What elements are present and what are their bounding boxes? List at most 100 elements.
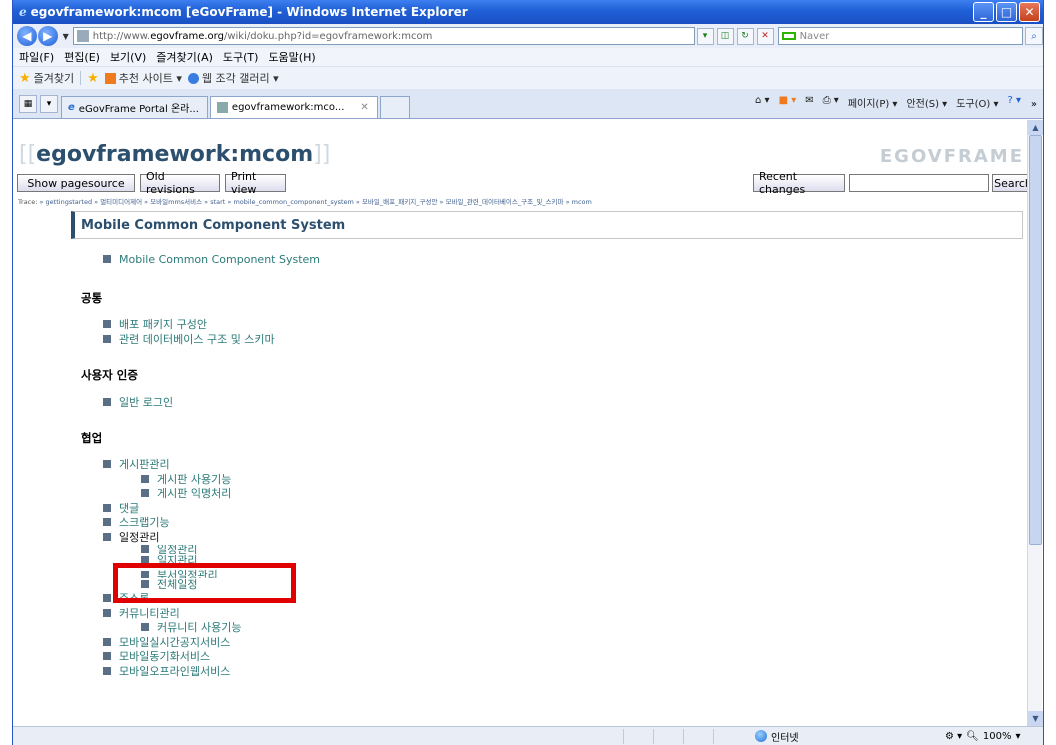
maximize-button[interactable]: □ xyxy=(996,2,1017,22)
recent-changes-button[interactable]: Recent changes xyxy=(753,170,845,196)
community-usage-link[interactable]: 커뮤니티 사용기능 xyxy=(157,621,241,634)
page-content: [[egovframework:mcom]] EGOVFRAME Show pa… xyxy=(15,120,1028,726)
bullet-icon xyxy=(141,474,149,483)
sync-service-link[interactable]: 모바일동기화서비스 xyxy=(119,650,210,663)
protected-mode-icon[interactable]: ⚙ ▾ xyxy=(945,731,962,742)
search-input[interactable]: Naver xyxy=(777,27,1024,45)
favorites-button[interactable]: ★ 즐겨찾기 xyxy=(19,70,74,86)
new-tab-button[interactable] xyxy=(379,96,410,118)
stop-icon[interactable]: ✕ xyxy=(756,27,774,45)
scroll-down-icon[interactable]: ▼ xyxy=(1028,711,1043,726)
menu-file[interactable]: 파일(F) xyxy=(19,49,54,65)
list-item: Mobile Common Component System xyxy=(103,253,320,268)
bullet-icon xyxy=(103,594,111,602)
bullet-icon xyxy=(103,398,111,406)
list-item: 게시판 사용기능 xyxy=(103,473,241,488)
scroll-up-icon[interactable]: ▲ xyxy=(1028,120,1043,135)
tools-menu[interactable]: 도구(O) ▾ xyxy=(956,95,998,110)
schedule-mgmt-link[interactable]: 일정관리 xyxy=(157,545,197,554)
board-anon-link[interactable]: 게시판 익명처리 xyxy=(157,487,231,500)
status-divider xyxy=(623,728,624,744)
show-pagesource-button[interactable]: Show pagesource xyxy=(17,174,135,192)
tab-label: egovframework:mco... xyxy=(231,102,345,113)
feeds-icon[interactable]: ■ ▾ xyxy=(779,95,797,110)
community-link[interactable]: 커뮤니티관리 xyxy=(119,607,180,620)
bullet-icon xyxy=(103,518,111,526)
more-chevron-icon[interactable]: » xyxy=(1031,99,1037,110)
divider xyxy=(80,71,82,85)
wiki-search-input[interactable] xyxy=(849,174,989,192)
print-icon[interactable]: ⎙ ▾ xyxy=(823,95,839,110)
naver-icon xyxy=(781,32,796,40)
page-menu[interactable]: 페이지(P) ▾ xyxy=(848,95,898,110)
help-icon[interactable]: ? ▾ xyxy=(1007,95,1021,110)
page-icon xyxy=(216,102,228,113)
page-icon xyxy=(76,30,89,42)
db-structure-link[interactable]: 관련 데이터베이스 구조 및 스키마 xyxy=(119,333,275,346)
scroll-thumb[interactable] xyxy=(1029,135,1042,545)
print-view-button[interactable]: Print view xyxy=(225,170,286,196)
safety-menu[interactable]: 안전(S) ▾ xyxy=(906,95,947,110)
security-zone[interactable]: 인터넷 xyxy=(755,729,799,744)
menu-edit[interactable]: 편집(E) xyxy=(64,49,100,65)
deploy-package-link[interactable]: 배포 패키지 구성안 xyxy=(119,318,207,331)
offline-web-link[interactable]: 모바일오프라인웹서비스 xyxy=(119,665,230,678)
list-item: 댓글 xyxy=(103,502,241,517)
realtime-notice-link[interactable]: 모바일실시간공지서비스 xyxy=(119,636,230,649)
bullet-icon xyxy=(103,637,111,646)
url-rest: /wiki/doku.php?id=egovframework:mcom xyxy=(223,30,433,42)
menu-view[interactable]: 보기(V) xyxy=(110,49,146,65)
mail-icon[interactable]: ✉ xyxy=(805,95,813,110)
refresh-icon[interactable]: ↻ xyxy=(736,27,754,45)
menu-favorites[interactable]: 즐겨찾기(A) xyxy=(156,49,213,65)
common-list: 배포 패키지 구성안 관련 데이터베이스 구조 및 스키마 xyxy=(103,318,275,347)
board-link[interactable]: 게시판관리 xyxy=(119,458,170,471)
close-button[interactable]: ✕ xyxy=(1019,2,1040,22)
comment-link[interactable]: 댓글 xyxy=(119,502,139,515)
suggested-sites-link[interactable]: 추천 사이트 ▾ xyxy=(104,70,182,86)
bullet-icon xyxy=(141,623,149,631)
scrap-link[interactable]: 스크랩기능 xyxy=(119,516,170,529)
brand-logo[interactable]: EGOVFRAME xyxy=(880,146,1024,167)
tab-list-icon[interactable]: ▾ xyxy=(40,95,58,113)
list-item: 관련 데이터베이스 구조 및 스키마 xyxy=(103,333,275,348)
home-icon[interactable]: ⌂ ▾ xyxy=(755,95,770,110)
address-bar: ◀ ▶ ▼ http://www. egovframe.org/wiki/doku… xyxy=(13,24,1043,48)
intro-link[interactable]: Mobile Common Component System xyxy=(119,253,320,266)
url-input[interactable]: http://www. egovframe.org/wiki/doku.php?i… xyxy=(72,27,695,45)
close-tab-icon[interactable]: ✕ xyxy=(360,102,368,113)
quick-tabs-icon[interactable]: ▦ xyxy=(19,95,37,113)
forward-button[interactable]: ▶ xyxy=(37,26,58,46)
board-usage-link[interactable]: 게시판 사용기능 xyxy=(157,473,231,486)
search-go-icon[interactable]: ⌕ xyxy=(1025,27,1043,45)
tab-egov-mcom[interactable]: egovframework:mco... ✕ xyxy=(209,96,378,118)
old-revisions-button[interactable]: Old revisions xyxy=(140,170,220,196)
general-login-link[interactable]: 일반 로그인 xyxy=(119,396,173,409)
trace-links[interactable]: » gettingstarted » 멀티미디어제어 » 모바일mms서비스 »… xyxy=(40,198,592,206)
bullet-icon xyxy=(103,666,111,675)
menu-tools[interactable]: 도구(T) xyxy=(223,49,259,65)
tab-bar: ▦ ▾ e eGovFrame Portal 온라... egovframewo… xyxy=(13,89,1043,119)
list-item: 일정관리 xyxy=(103,531,241,546)
web-slice-gallery-link[interactable]: 웹 조각 갤러리 ▾ xyxy=(187,70,279,86)
list-item: 스크랩기능 xyxy=(103,516,241,531)
add-favorite-icon[interactable]: ★ xyxy=(87,71,99,86)
recent-pages-dropdown-icon[interactable]: ▼ xyxy=(63,32,69,41)
zoom-level: 100% xyxy=(982,730,1012,742)
minimize-button[interactable]: _ xyxy=(973,2,994,22)
web-slice-icon xyxy=(187,72,199,84)
vertical-scrollbar[interactable]: ▲ ▼ xyxy=(1027,120,1043,726)
compatibility-view-icon[interactable]: ◫ xyxy=(716,27,734,45)
tab-label: eGovFrame Portal 온라... xyxy=(78,104,199,115)
page-title[interactable]: [[egovframework:mcom]] xyxy=(19,142,330,167)
bracket-close: ]] xyxy=(313,142,331,167)
search-button[interactable]: Search xyxy=(992,174,1028,192)
star-icon: ★ xyxy=(19,70,31,86)
back-button[interactable]: ◀ xyxy=(17,26,37,46)
url-dropdown-icon[interactable]: ▾ xyxy=(696,27,714,45)
tab-egov-portal[interactable]: e eGovFrame Portal 온라... xyxy=(61,96,208,118)
heading-collab: 협업 xyxy=(81,431,103,445)
zoom-dropdown-icon[interactable]: ▾ xyxy=(1015,731,1020,742)
menu-help[interactable]: 도움말(H) xyxy=(268,49,315,65)
zoom-control[interactable]: ⚙ ▾ 🔍︎ 100% ▾ xyxy=(945,731,1021,742)
